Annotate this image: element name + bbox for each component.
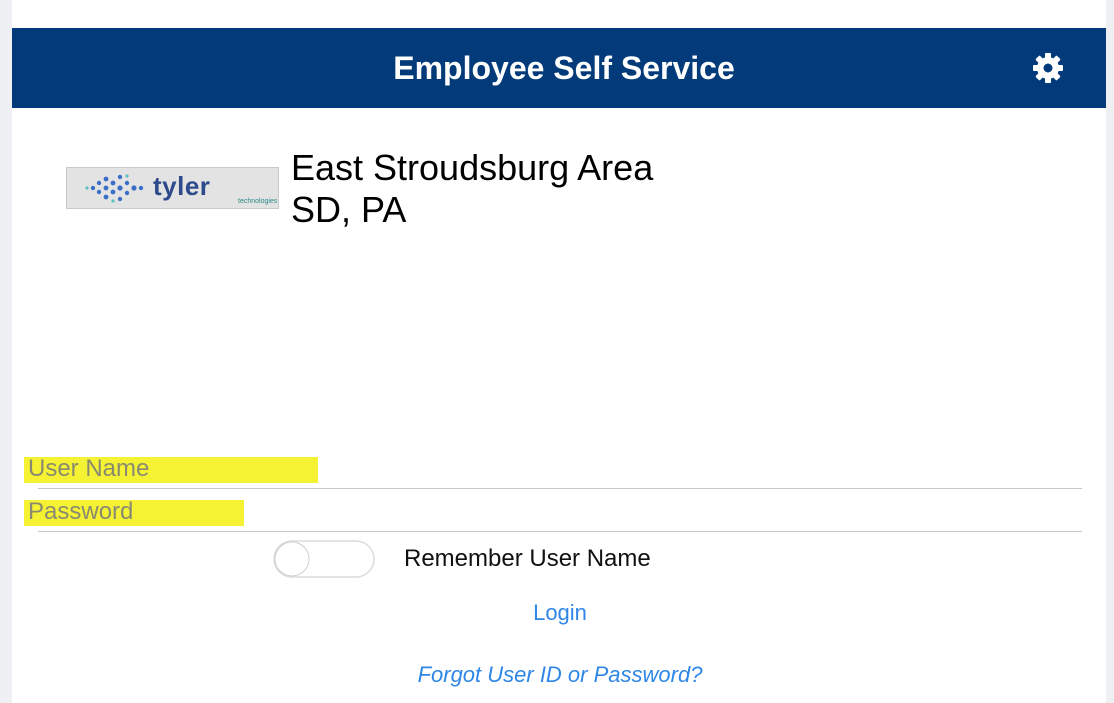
remember-toggle[interactable] [273,540,375,578]
organization-name: East Stroudsburg Area SD, PA [291,147,991,231]
forgot-credentials-link[interactable]: Forgot User ID or Password? [260,658,860,692]
username-field-wrapper [24,451,1082,487]
username-divider [38,488,1082,489]
left-border [0,0,12,703]
login-button[interactable]: Login [460,595,660,631]
password-input[interactable] [24,494,1082,530]
tyler-logo: tyler technologies [66,167,279,209]
right-border [1106,0,1114,703]
gear-icon[interactable] [1030,50,1066,86]
logo-wordmark: tyler [153,171,211,201]
organization-name-line2: SD, PA [291,189,407,230]
logo-dots-icon [85,174,144,203]
app-header: Employee Self Service [12,28,1106,108]
logo-subtitle: technologies [238,198,278,205]
password-field-wrapper [24,494,1082,530]
page-title: Employee Self Service [393,50,735,86]
username-input[interactable] [24,451,1082,487]
password-divider [38,531,1082,532]
organization-name-line1: East Stroudsburg Area [291,147,654,188]
remember-label: Remember User Name [404,545,651,572]
